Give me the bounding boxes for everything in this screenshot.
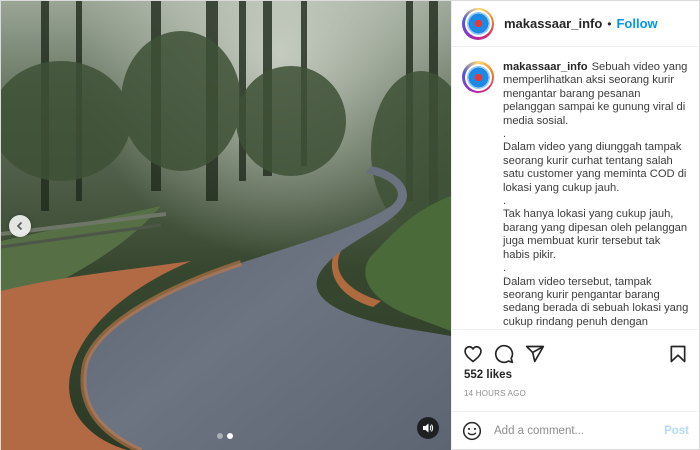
heart-icon [464, 345, 482, 362]
caption-row: makassaar_info Sebuah video yang memperli… [452, 47, 699, 329]
likes-count[interactable]: 552 likes [452, 368, 699, 381]
share-icon [525, 345, 545, 362]
caption-section: makassaar_info Sebuah video yang memperli… [452, 47, 699, 329]
comment-input[interactable] [494, 425, 654, 437]
bookmark-icon [670, 345, 686, 362]
add-comment-section: Post [452, 411, 699, 450]
post-comment-button[interactable]: Post [664, 425, 689, 437]
comment-icon [494, 344, 514, 363]
caption-body: makassaar_info Sebuah video yang memperli… [503, 61, 689, 329]
post-timestamp[interactable]: 14 HOURS AGO [452, 381, 699, 398]
avatar[interactable] [462, 7, 494, 40]
post-actions: 552 likes 14 HOURS AGO [452, 329, 699, 411]
action-icons-row [452, 330, 699, 368]
carousel-dot [217, 433, 223, 439]
audio-toggle-button[interactable] [417, 417, 439, 439]
caption-text: Sebuah video yang memperlihatkan aksi se… [503, 61, 689, 328]
chevron-left-icon [16, 221, 23, 231]
header-separator: • [607, 16, 612, 31]
post-side-panel: makassaar_info • Follow makassaar_info Se… [451, 1, 699, 450]
post-media-video[interactable] [1, 1, 451, 450]
speaker-icon [423, 423, 434, 433]
save-button[interactable] [667, 343, 689, 365]
instagram-post: makassaar_info • Follow makassaar_info Se… [0, 0, 700, 450]
like-button[interactable] [462, 343, 484, 365]
emoji-button[interactable] [462, 420, 484, 442]
video-frame [1, 1, 451, 450]
header-username[interactable]: makassaar_info [504, 16, 602, 31]
carousel-dot-active [227, 433, 233, 439]
carousel-prev-button[interactable] [9, 215, 31, 237]
emoji-icon [462, 421, 482, 441]
caption-username[interactable]: makassaar_info [503, 61, 588, 73]
comment-button[interactable] [493, 343, 515, 365]
carousel-indicator [217, 433, 233, 439]
post-header: makassaar_info • Follow [452, 1, 699, 47]
follow-button[interactable]: Follow [616, 16, 657, 31]
caption-avatar[interactable] [462, 61, 494, 93]
share-button[interactable] [524, 343, 546, 365]
